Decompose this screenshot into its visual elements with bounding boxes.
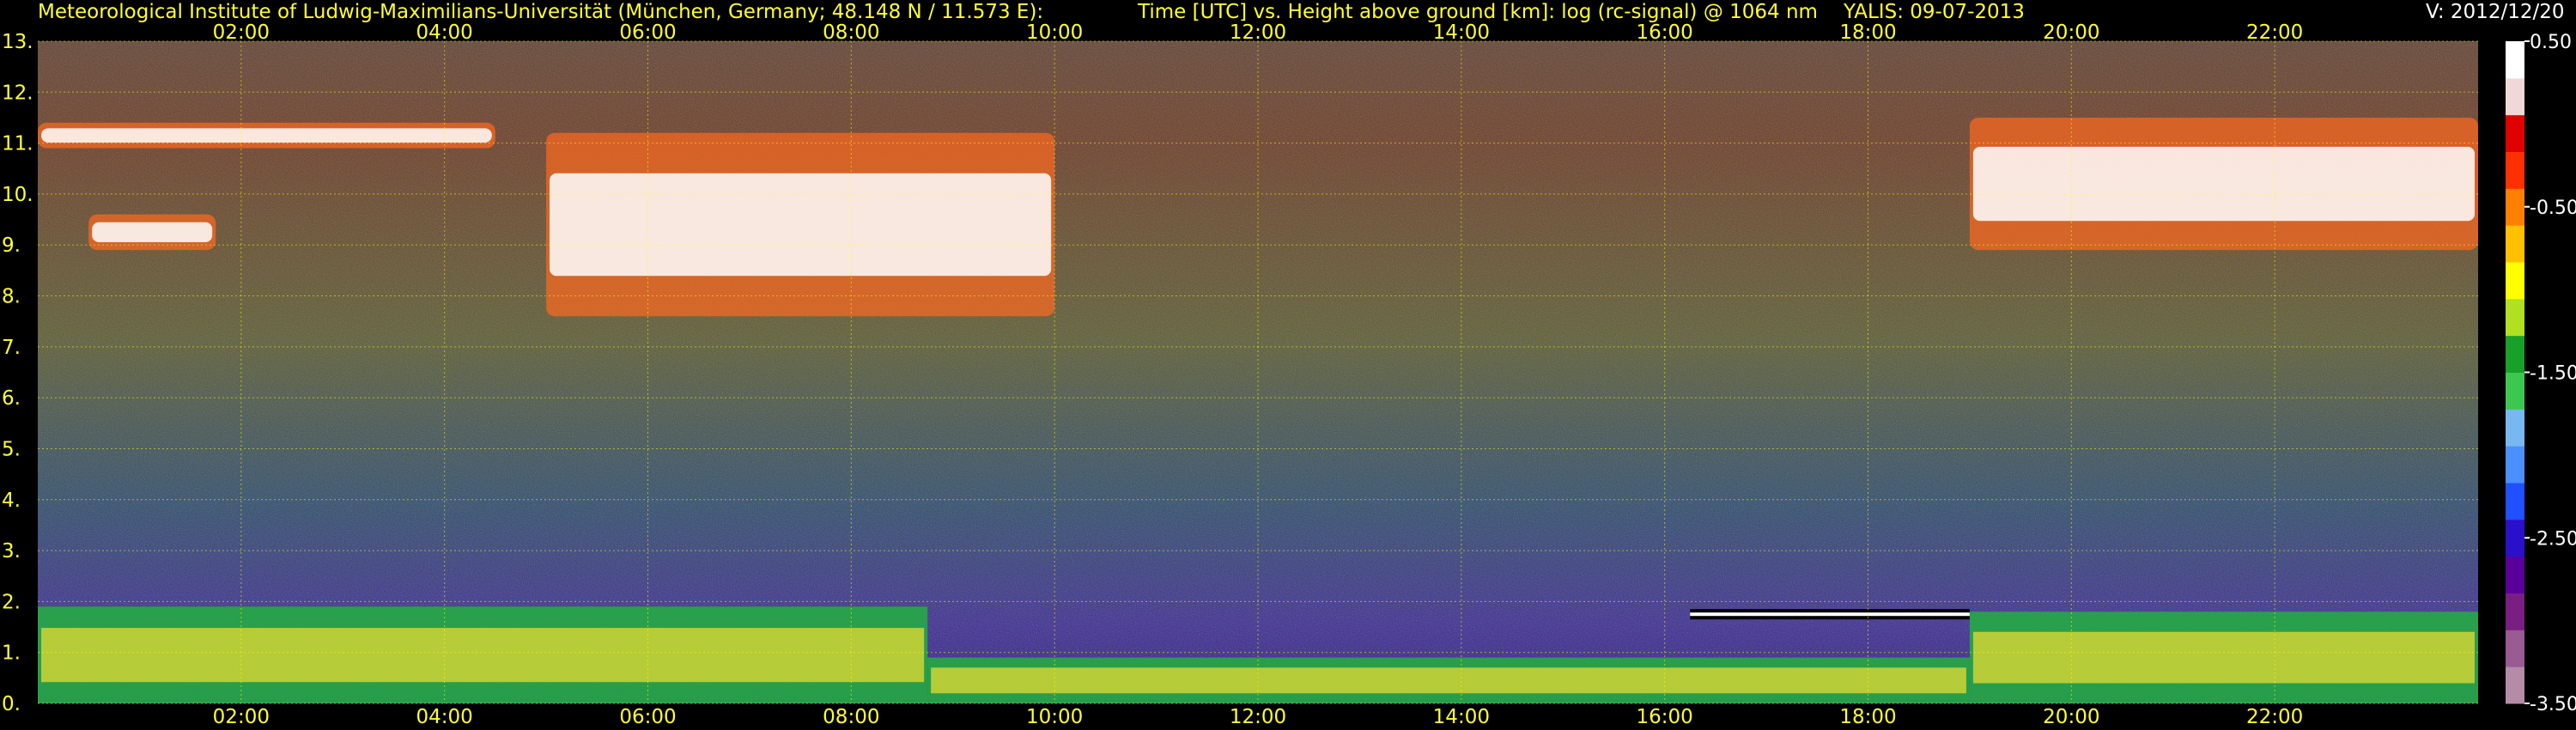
y-tick-label: 5.	[2, 438, 21, 460]
station-date: YALIS: 09-07-2013	[1843, 1, 2025, 23]
feature-cirrus-core	[41, 128, 492, 143]
colorbar-segment	[2506, 188, 2524, 226]
colorbar-segment	[2506, 77, 2524, 116]
y-tick-label: 4.	[2, 490, 21, 512]
colorbar-tick-label: -2.50	[2530, 528, 2576, 550]
feature-cirrus-core	[1972, 146, 2475, 222]
colorbar-tick-label: -1.50	[2530, 363, 2576, 385]
x-tick-label-bottom: 22:00	[2246, 706, 2303, 728]
colorbar-segment	[2506, 409, 2524, 447]
colorbar-tick-label: 0.50	[2530, 32, 2572, 53]
colorbar-segment	[2506, 151, 2524, 189]
colorbar-tick-label: -0.50	[2530, 198, 2576, 219]
x-tick-label-bottom: 02:00	[213, 706, 270, 728]
x-tick-label-bottom: 08:00	[823, 706, 879, 728]
colorbar-segment	[2506, 335, 2524, 373]
x-tick-label-top: 04:00	[416, 21, 473, 44]
x-tick-label-top: 16:00	[1637, 21, 1693, 44]
x-tick-label-top: 18:00	[1839, 21, 1896, 44]
y-tick-label: 3.	[2, 540, 21, 563]
x-tick-label-bottom: 12:00	[1230, 706, 1286, 728]
colorbar-segment	[2506, 630, 2524, 667]
colorbar-segment	[2506, 593, 2524, 630]
colorbar-segment	[2506, 556, 2524, 593]
x-axis-bottom: 02:00 04:00 06:00 08:00 10:00 12:00 14:00 16:00…	[213, 706, 2304, 728]
y-tick-label: 13.	[2, 31, 33, 53]
chart-description: Time [UTC] vs. Height above ground [km]:…	[1137, 1, 1818, 23]
y-tick-label: 1.	[2, 642, 21, 665]
feature-aerosol-core	[931, 667, 1966, 694]
colorbar-segment	[2506, 225, 2524, 263]
x-tick-label-bottom: 04:00	[416, 706, 473, 728]
y-tick-label: 10.	[2, 184, 33, 206]
x-tick-label-top: 06:00	[619, 21, 676, 44]
y-tick-label: 12.	[2, 82, 33, 104]
colorbar-segment	[2506, 262, 2524, 300]
y-tick-label: 2.	[2, 591, 21, 613]
colorbar-segment	[2506, 483, 2524, 520]
colorbar-segment	[2506, 446, 2524, 484]
y-tick-label: 0.	[2, 693, 21, 715]
y-tick-label: 11.	[2, 133, 33, 155]
x-tick-label-bottom: 10:00	[1026, 706, 1083, 728]
x-tick-label-top: 08:00	[823, 21, 879, 44]
x-tick-label-top: 20:00	[2043, 21, 2099, 44]
institute-header: Meteorological Institute of Ludwig-Maxim…	[38, 1, 1043, 23]
x-tick-label-top: 02:00	[213, 21, 270, 44]
x-tick-label-bottom: 06:00	[619, 706, 676, 728]
feature-cirrus-core	[550, 173, 1052, 277]
y-tick-label: 6.	[2, 387, 21, 410]
feature-cirrus-core	[92, 222, 213, 243]
y-tick-label: 7.	[2, 337, 21, 359]
x-tick-label-bottom: 18:00	[1839, 706, 1896, 728]
feature-aerosol-core	[1972, 631, 2475, 684]
colorbar-segment	[2506, 519, 2524, 557]
colorbar-segment	[2506, 372, 2524, 410]
x-tick-label-top: 12:00	[1230, 21, 1286, 44]
x-axis-top: 02:00 04:00 06:00 08:00 10:00 12:00 14:00 16:00…	[213, 21, 2304, 44]
colorbar-segment	[2506, 666, 2524, 704]
lidar-quicklook-chart: Meteorological Institute of Ludwig-Maxim…	[2, 1, 2576, 728]
y-tick-label: 9.	[2, 234, 21, 257]
x-tick-label-top: 22:00	[2246, 21, 2303, 44]
colorbar-segment	[2506, 114, 2524, 152]
y-axis: 0. 1. 2. 3. 4. 5. 6. 7. 8. 9. 10. 11. 12. 13.	[2, 31, 33, 715]
x-tick-label-top: 14:00	[1433, 21, 1490, 44]
feature-cloud-top-line	[1690, 612, 1970, 617]
y-tick-label: 8.	[2, 286, 21, 308]
colorbar: 0.50 -0.50 -1.50 -2.50 -3.50	[2506, 32, 2576, 715]
x-tick-label-bottom: 14:00	[1433, 706, 1490, 728]
x-tick-label-bottom: 16:00	[1637, 706, 1693, 728]
plot-area	[38, 40, 2478, 704]
colorbar-segment	[2506, 41, 2524, 79]
feature-aerosol-core	[41, 628, 925, 683]
colorbar-tick-label: -3.50	[2530, 694, 2576, 715]
x-tick-label-top: 10:00	[1026, 21, 1083, 44]
colorbar-segment	[2506, 298, 2524, 337]
version-label: V: 2012/12/20	[2426, 1, 2564, 23]
x-tick-label-bottom: 20:00	[2043, 706, 2099, 728]
